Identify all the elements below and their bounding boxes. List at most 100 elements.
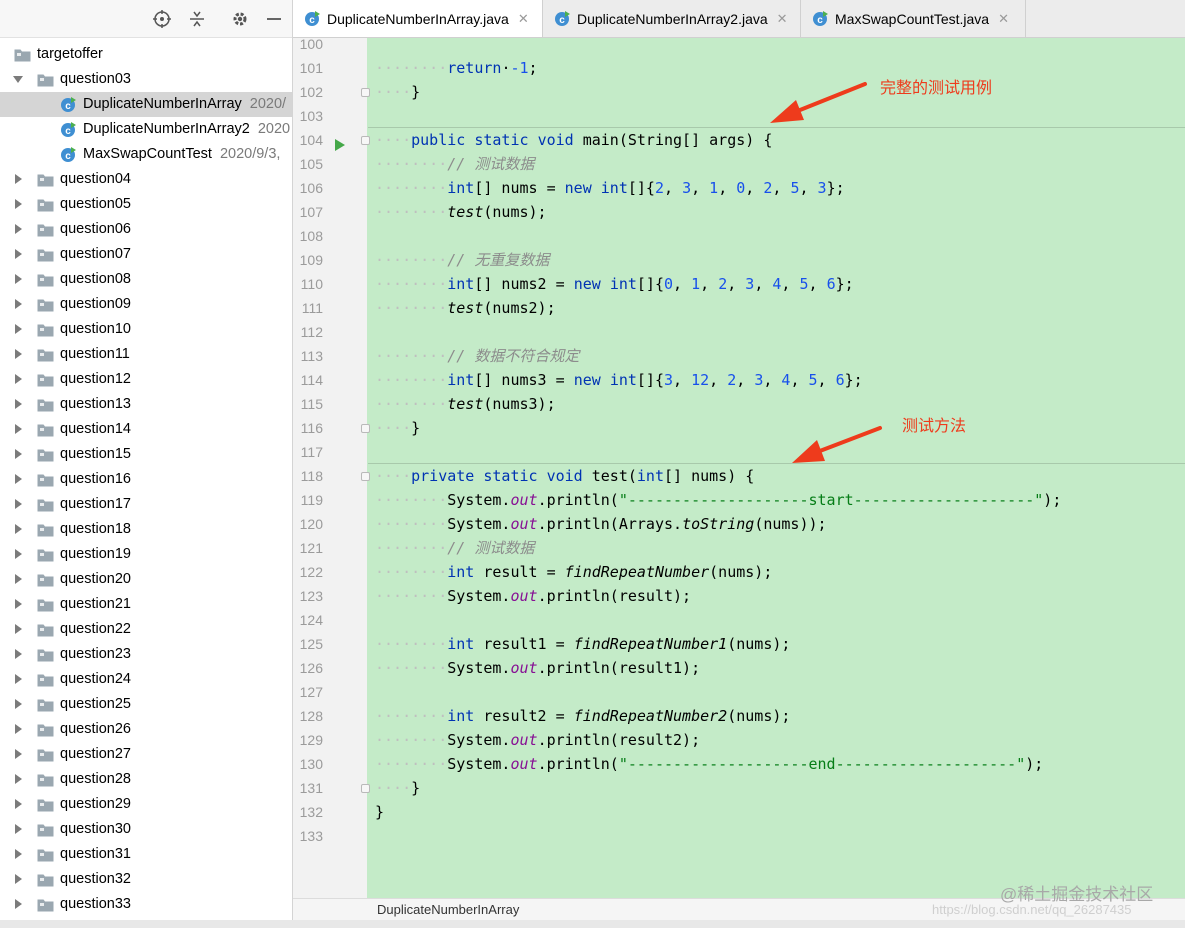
tree-item-folder[interactable]: question16 xyxy=(0,467,292,492)
chevron-right-icon[interactable] xyxy=(12,223,24,235)
line-number[interactable]: 123 xyxy=(293,584,323,608)
code-line[interactable]: 120 ········System.out.println(Arrays.toS… xyxy=(293,512,1185,536)
code-editor[interactable]: 100 101 ········return·-1; 102 ····} 103 104 ··… xyxy=(293,32,1185,848)
line-number[interactable]: 119 xyxy=(293,488,323,512)
line-number[interactable]: 121 xyxy=(293,536,323,560)
tree-item-class[interactable]: c DuplicateNumberInArray2 2020 xyxy=(0,117,292,142)
code-line[interactable]: 106 ········int[] nums = new int[]{2, 3, … xyxy=(293,176,1185,200)
chevron-right-icon[interactable] xyxy=(12,798,24,810)
code-line[interactable]: 101 ········return·-1; xyxy=(293,56,1185,80)
chevron-right-icon[interactable] xyxy=(12,448,24,460)
line-number[interactable]: 115 xyxy=(293,392,323,416)
chevron-right-icon[interactable] xyxy=(12,323,24,335)
line-number[interactable]: 127 xyxy=(293,680,323,704)
code-line[interactable]: 117 xyxy=(293,440,1185,464)
tree-item-folder[interactable]: question22 xyxy=(0,617,292,642)
line-number[interactable]: 103 xyxy=(293,104,323,128)
chevron-right-icon[interactable] xyxy=(12,698,24,710)
line-number[interactable]: 122 xyxy=(293,560,323,584)
tree-item-folder[interactable]: question23 xyxy=(0,642,292,667)
chevron-right-icon[interactable] xyxy=(12,823,24,835)
chevron-right-icon[interactable] xyxy=(12,748,24,760)
tree-item-folder[interactable]: question20 xyxy=(0,567,292,592)
close-icon[interactable]: ✕ xyxy=(777,11,788,27)
locate-icon[interactable] xyxy=(152,9,172,29)
line-number[interactable]: 116 xyxy=(293,416,323,440)
code-line[interactable]: 127 xyxy=(293,680,1185,704)
tree-item-folder[interactable]: question18 xyxy=(0,517,292,542)
chevron-right-icon[interactable] xyxy=(12,498,24,510)
chevron-right-icon[interactable] xyxy=(12,198,24,210)
close-icon[interactable]: ✕ xyxy=(998,11,1009,27)
chevron-right-icon[interactable] xyxy=(12,623,24,635)
line-number[interactable]: 110 xyxy=(293,272,323,296)
tree-item-folder[interactable]: question03 xyxy=(0,67,292,92)
tree-item-folder[interactable]: question12 xyxy=(0,367,292,392)
chevron-right-icon[interactable] xyxy=(12,873,24,885)
tree-item-folder[interactable]: question21 xyxy=(0,592,292,617)
tree-item-folder[interactable]: question31 xyxy=(0,842,292,867)
line-number[interactable]: 117 xyxy=(293,440,323,464)
chevron-right-icon[interactable] xyxy=(12,598,24,610)
chevron-right-icon[interactable] xyxy=(12,298,24,310)
chevron-right-icon[interactable] xyxy=(12,898,24,910)
tree-item-folder[interactable]: question19 xyxy=(0,542,292,567)
code-line[interactable]: 125 ········int result1 = findRepeatNumbe… xyxy=(293,632,1185,656)
tree-item-folder[interactable]: question11 xyxy=(0,342,292,367)
code-line[interactable]: 123 ········System.out.println(result); xyxy=(293,584,1185,608)
chevron-right-icon[interactable] xyxy=(12,573,24,585)
chevron-right-icon[interactable] xyxy=(12,673,24,685)
tree-item-folder[interactable]: question29 xyxy=(0,792,292,817)
fold-icon[interactable] xyxy=(361,136,370,145)
code-line[interactable]: 100 xyxy=(293,32,1185,56)
tree-item-folder[interactable]: question07 xyxy=(0,242,292,267)
code-line[interactable]: 105 ········// 测试数据 xyxy=(293,152,1185,176)
line-number[interactable]: 118 xyxy=(293,464,323,488)
chevron-right-icon[interactable] xyxy=(12,523,24,535)
code-line[interactable]: 116 ····} xyxy=(293,416,1185,440)
chevron-right-icon[interactable] xyxy=(12,348,24,360)
tree-item-folder[interactable]: question05 xyxy=(0,192,292,217)
line-number[interactable]: 102 xyxy=(293,80,323,104)
line-number[interactable]: 131 xyxy=(293,776,323,800)
tree-item-folder[interactable]: question06 xyxy=(0,217,292,242)
code-line[interactable]: 107 ········test(nums); xyxy=(293,200,1185,224)
chevron-down-icon[interactable] xyxy=(12,73,24,85)
chevron-right-icon[interactable] xyxy=(12,173,24,185)
tree-item-folder[interactable]: question27 xyxy=(0,742,292,767)
line-number[interactable]: 111 xyxy=(293,296,323,320)
chevron-right-icon[interactable] xyxy=(12,398,24,410)
tree-item-folder[interactable]: question14 xyxy=(0,417,292,442)
code-line[interactable]: 108 xyxy=(293,224,1185,248)
code-line[interactable]: 113 ········// 数据不符合规定 xyxy=(293,344,1185,368)
line-number[interactable]: 108 xyxy=(293,224,323,248)
chevron-right-icon[interactable] xyxy=(12,473,24,485)
tree-item-folder[interactable]: question25 xyxy=(0,692,292,717)
tree-item-folder[interactable]: question33 xyxy=(0,892,292,917)
code-line[interactable]: 112 xyxy=(293,320,1185,344)
chevron-right-icon[interactable] xyxy=(12,423,24,435)
chevron-right-icon[interactable] xyxy=(12,548,24,560)
code-line[interactable]: 130 ········System.out.println("---------… xyxy=(293,752,1185,776)
code-line[interactable]: 102 ····} xyxy=(293,80,1185,104)
chevron-right-icon[interactable] xyxy=(12,248,24,260)
gear-icon[interactable] xyxy=(230,9,250,29)
tree-item-folder[interactable]: question15 xyxy=(0,442,292,467)
code-line[interactable]: 129 ········System.out.println(result2); xyxy=(293,728,1185,752)
breadcrumb[interactable]: DuplicateNumberInArray xyxy=(377,902,519,917)
chevron-right-icon[interactable] xyxy=(12,273,24,285)
code-line[interactable]: 133 xyxy=(293,824,1185,848)
line-number[interactable]: 125 xyxy=(293,632,323,656)
line-number[interactable]: 109 xyxy=(293,248,323,272)
line-number[interactable]: 104 xyxy=(293,128,323,152)
line-number[interactable]: 120 xyxy=(293,512,323,536)
fold-icon[interactable] xyxy=(361,472,370,481)
tree-item-folder[interactable]: question24 xyxy=(0,667,292,692)
tree-item-folder[interactable]: question17 xyxy=(0,492,292,517)
line-number[interactable]: 126 xyxy=(293,656,323,680)
line-number[interactable]: 113 xyxy=(293,344,323,368)
line-number[interactable]: 114 xyxy=(293,368,323,392)
chevron-right-icon[interactable] xyxy=(12,373,24,385)
line-number[interactable]: 128 xyxy=(293,704,323,728)
fold-icon[interactable] xyxy=(361,424,370,433)
